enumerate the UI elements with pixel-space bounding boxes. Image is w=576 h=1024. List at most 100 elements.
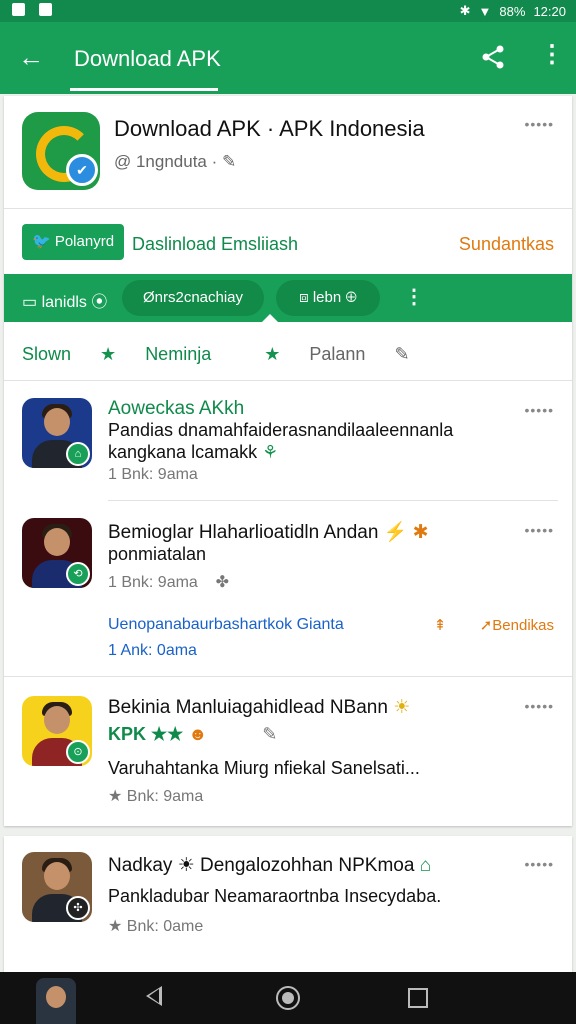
item-line: Pandias dnamahfaiderasnandilaaleennanla (108, 420, 454, 440)
developer-chip-label: Polanyrd (54, 233, 115, 250)
check-badge-icon: ✣ (66, 896, 90, 920)
bolt-icon: ⚡ (383, 522, 408, 543)
item-line-text: kangkana lcamakk (108, 442, 258, 462)
list-item[interactable]: ⊙ Bekinia Manluiagahidlead NBann ☀ KPK ★… (4, 692, 572, 822)
item-line: Varuhahtanka Miurg nfiekal Sanelsati... (108, 758, 420, 778)
list-item[interactable]: ⟲ Bemioglar Hlaharlioatidln Andan ⚡ ✱ po… (4, 514, 572, 674)
avatar: ⌂ (22, 398, 92, 468)
divider (4, 208, 572, 209)
filter-palann[interactable]: ★ Palann ✎ (264, 344, 433, 364)
item-meta: ★ Bnk: 0ame (108, 918, 204, 935)
puzzle-icon: ✤ (215, 574, 230, 591)
back-arrow-icon[interactable]: ← (18, 42, 44, 72)
item-green-text: KPK ★★ (108, 724, 184, 744)
item-green: KPK ★★ ☻ ✎ (108, 724, 277, 745)
item-title: Bemioglar Hlaharlioatidln Andan ⚡ ✱ (108, 520, 429, 544)
item-line: ponmiatalan (108, 544, 207, 564)
title-underline (70, 88, 218, 91)
avatar: ⟲ (22, 518, 92, 588)
item-title-text: Bemioglar Hlaharlioatidln Andan (108, 522, 379, 543)
status-bar: ✱ ▼ 88% 12:20 (0, 0, 576, 22)
star-icon: ★ (100, 344, 122, 364)
pin-icon: ✎ (394, 344, 410, 364)
item-more-icon[interactable]: ••••• (524, 402, 554, 418)
item-title-text: Bekinia Manluiagahidlead NBann (108, 697, 388, 718)
item-line: Pankladubar Neamaraortnba Insecydaba. (108, 886, 442, 906)
arrow-icon: ➚ (479, 617, 493, 634)
tab-bar: ▭ lanidls ⦿ Ønrs2cnachiay ⧈ lebn ⊕ ⋮ (4, 274, 572, 322)
image-icon (39, 3, 52, 16)
leaf-icon: ⚘ (262, 442, 279, 462)
app-title: Download APK · APK Indonesia (114, 116, 425, 141)
spark-icon: ✱ (412, 522, 429, 543)
item-meta-text: 1 Bnk: 9ama (108, 574, 198, 591)
item-meta2: 1 Ank: 0ama (108, 642, 197, 659)
app-bar: ← Download APK ⋮ (0, 22, 576, 94)
filter-palann-label: Palann (309, 344, 366, 364)
tab-more-icon[interactable]: ⋮ (404, 284, 424, 309)
share-icon[interactable] (480, 44, 506, 70)
item-more-icon[interactable]: ••••• (524, 856, 554, 872)
divider (4, 676, 572, 677)
item-line: kangkana lcamakk ⚘ (108, 442, 278, 463)
app-bar-title: Download APK (74, 46, 221, 71)
divider (4, 380, 572, 381)
item-orange[interactable]: ⇞ ➚Bendikas (434, 616, 554, 634)
item-meta: 1 Bnk: 9ama (108, 466, 198, 483)
overflow-dots-icon[interactable]: ••••• (524, 116, 554, 132)
check-badge-icon: ⟲ (66, 562, 90, 586)
tab-a[interactable]: ▭ lanidls ⦿ (22, 288, 107, 312)
item-meta: 1 Bnk: 9ama ✤ (108, 572, 229, 592)
item-link[interactable]: Uenopanabaurbashartkok Gianta (108, 616, 344, 634)
home-icon: ⌂ (419, 855, 432, 876)
item-title-text: Nadkay ☀ Dengalozohhan NPKmoa (108, 855, 415, 876)
wifi-icon: ▼ (478, 3, 492, 19)
status-right: ✱ ▼ 88% 12:20 (460, 3, 566, 19)
item-title: Nadkay ☀ Dengalozohhan NPKmoa ⌂ (108, 854, 431, 877)
list-card: ✣ Nadkay ☀ Dengalozohhan NPKmoa ⌂ Pankla… (4, 836, 572, 972)
item-title: Aoweckas AKkh (108, 398, 245, 419)
sund-link[interactable]: Sundantkas (459, 234, 554, 255)
star-icon: ★ (264, 344, 286, 364)
item-title: Bekinia Manluiagahidlead NBann ☀ (108, 696, 410, 719)
nav-bar (0, 972, 576, 1024)
bluetooth-icon: ✱ (459, 3, 471, 18)
developer-chip[interactable]: 🐦 Polanyrd (22, 224, 124, 260)
status-left (12, 3, 52, 16)
filter-slown[interactable]: Slown (22, 344, 71, 364)
notification-icon (12, 3, 25, 16)
bird-icon: 🐦 (31, 233, 51, 250)
more-vert-icon[interactable]: ⋮ (540, 40, 564, 70)
verified-badge-icon: ✔ (66, 154, 98, 186)
filter-neminja[interactable]: ★ Neminja (100, 344, 235, 364)
sun-icon: ☀ (393, 697, 411, 718)
emoji-icon: ☻ (188, 724, 208, 744)
item-meta: ★ Bnk: 9ama (108, 788, 204, 805)
nav-back-icon[interactable] (146, 986, 162, 1006)
divider (108, 500, 558, 501)
download-link[interactable]: Daslinload Emsliiash (132, 234, 298, 255)
item-more-icon[interactable]: ••••• (524, 522, 554, 538)
battery-text: 88% (499, 3, 526, 19)
avatar: ✣ (22, 852, 92, 922)
check-badge-icon: ⊙ (66, 740, 90, 764)
tab-pointer (262, 314, 278, 322)
tab-c[interactable]: ⧈ lebn ⊕ (276, 280, 380, 316)
app-subtitle: @ 1ngnduta · ✎ (114, 152, 237, 171)
item-orange-label: Bendikas (492, 617, 554, 634)
filter-row: Slown ★ Neminja ★ Palann ✎ (22, 344, 458, 365)
check-badge-icon: ⌂ (66, 442, 90, 466)
tab-b[interactable]: Ønrs2cnachiay (122, 280, 264, 316)
tag-icon: ✎ (262, 724, 278, 744)
time-text: 12:20 (533, 3, 566, 19)
avatar[interactable] (36, 978, 76, 1024)
filter-neminja-label: Neminja (145, 344, 212, 364)
app-logo[interactable]: ✔ (22, 112, 100, 190)
nav-recents-icon[interactable] (408, 988, 428, 1008)
item-more-icon[interactable]: ••••• (524, 698, 554, 714)
app-card: ✔ Download APK · APK Indonesia @ 1ngndut… (4, 96, 572, 826)
avatar: ⊙ (22, 696, 92, 766)
nav-home-icon[interactable] (276, 986, 300, 1010)
list-item[interactable]: ✣ Nadkay ☀ Dengalozohhan NPKmoa ⌂ Pankla… (4, 850, 572, 960)
list-item[interactable]: ⌂ Aoweckas AKkh Pandias dnamahfaiderasna… (4, 396, 572, 496)
